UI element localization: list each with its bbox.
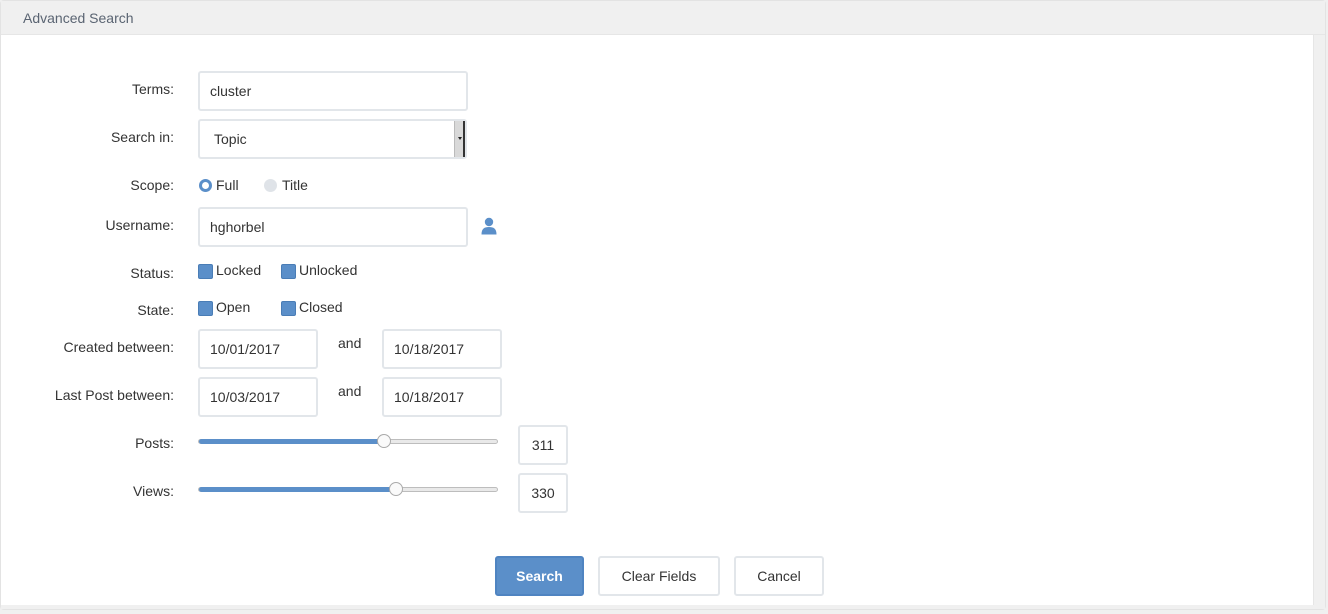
status-locked-label: Locked xyxy=(216,262,262,278)
scope-title-radio[interactable] xyxy=(264,179,277,192)
created-to-date-input[interactable] xyxy=(382,329,502,369)
views-value: 330 xyxy=(518,473,568,513)
username-label: Username: xyxy=(105,217,174,233)
state-label: State: xyxy=(137,302,174,318)
status-locked-checkbox[interactable] xyxy=(198,264,213,279)
state-closed-label: Closed xyxy=(299,299,343,315)
search-in-label: Search in: xyxy=(110,129,174,145)
views-slider-handle[interactable] xyxy=(388,482,403,496)
terms-input[interactable] xyxy=(198,71,468,111)
panel-title: Advanced Search xyxy=(23,10,134,26)
panel-bottom-edge xyxy=(1,605,1325,609)
posts-slider-fill xyxy=(199,439,384,444)
created-and-text: and xyxy=(338,335,362,351)
posts-slider[interactable] xyxy=(198,434,498,448)
search-in-selected-value: Topic xyxy=(214,131,247,147)
advanced-search-panel: Advanced Search Terms: Search in: Topic … xyxy=(0,0,1326,610)
search-button[interactable]: Search xyxy=(495,556,584,596)
dropdown-arrow-icon[interactable] xyxy=(454,121,465,157)
user-icon[interactable] xyxy=(481,217,497,235)
status-unlocked-checkbox[interactable] xyxy=(281,264,296,279)
scope-title-label: Title xyxy=(282,177,308,193)
views-slider[interactable] xyxy=(198,482,498,496)
views-slider-fill xyxy=(199,487,396,492)
created-from-date-input[interactable] xyxy=(198,329,318,369)
last-post-to-date-input[interactable] xyxy=(382,377,502,417)
scope-full-radio[interactable] xyxy=(199,179,212,192)
posts-value: 311 xyxy=(518,425,568,465)
cancel-button[interactable]: Cancel xyxy=(734,556,824,596)
created-between-label: Created between: xyxy=(63,339,174,355)
last-post-and-text: and xyxy=(338,383,362,399)
scope-label: Scope: xyxy=(130,177,174,193)
state-closed-checkbox[interactable] xyxy=(281,301,296,316)
scope-full-label: Full xyxy=(216,177,239,193)
username-input[interactable] xyxy=(198,207,468,247)
clear-fields-button[interactable]: Clear Fields xyxy=(598,556,720,596)
search-in-select[interactable]: Topic xyxy=(198,119,467,159)
posts-label: Posts: xyxy=(135,435,174,451)
last-post-between-label: Last Post between: xyxy=(54,387,174,403)
status-unlocked-label: Unlocked xyxy=(299,262,358,278)
state-open-checkbox[interactable] xyxy=(198,301,213,316)
state-open-label: Open xyxy=(216,299,251,315)
last-post-from-date-input[interactable] xyxy=(198,377,318,417)
views-label: Views: xyxy=(133,483,174,499)
panel-right-edge xyxy=(1313,35,1325,609)
posts-slider-handle[interactable] xyxy=(376,434,391,448)
status-label: Status: xyxy=(130,265,174,281)
terms-label: Terms: xyxy=(132,81,174,97)
panel-header: Advanced Search xyxy=(1,1,1325,35)
